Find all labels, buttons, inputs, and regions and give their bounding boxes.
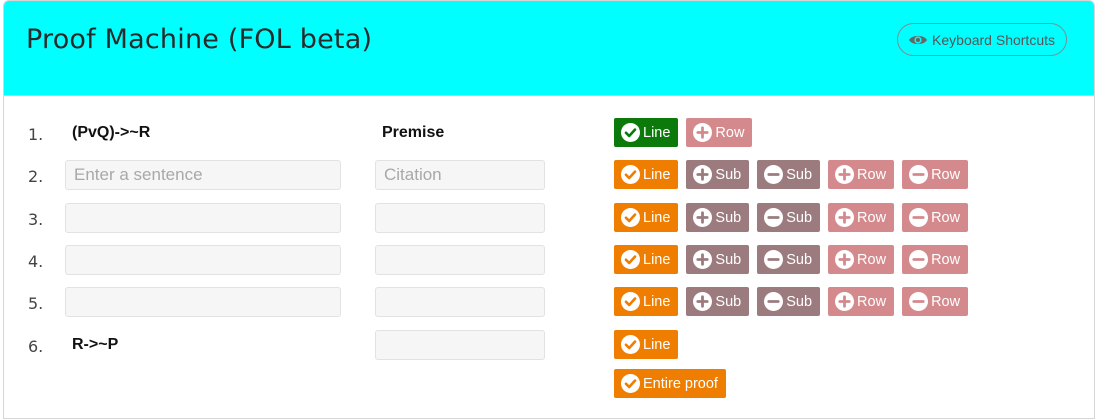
check-circle-icon <box>621 208 640 227</box>
remove-row-button[interactable]: Row <box>902 160 969 189</box>
line-actions: Line <box>614 330 686 359</box>
sentence-input[interactable] <box>65 287 341 317</box>
remove-row-button[interactable]: Row <box>902 245 969 274</box>
plus-circle-icon <box>693 208 713 227</box>
add-subproof-button[interactable]: Sub <box>686 203 750 232</box>
check-circle-icon <box>621 123 640 142</box>
plus-circle-icon <box>835 292 855 311</box>
line-number: 1. <box>28 125 44 144</box>
check-circle-icon <box>621 335 640 354</box>
line-actions: Line Sub Sub Row Row <box>614 203 976 232</box>
sentence-input[interactable] <box>65 245 341 275</box>
check-entire-proof-button[interactable]: Entire proof <box>614 369 726 398</box>
proof-line-2: 2. Line Sub Sub Row <box>4 158 1094 194</box>
add-row-button[interactable]: Row <box>828 287 895 316</box>
remove-subproof-button[interactable]: Sub <box>757 203 821 232</box>
premise-sentence: (PvQ)->~R <box>72 124 151 141</box>
conclusion-sentence: R->~P <box>72 336 119 353</box>
line-actions: Line Row <box>614 118 760 147</box>
line-number: 2. <box>28 167 44 186</box>
remove-subproof-button[interactable]: Sub <box>757 160 821 189</box>
plus-circle-icon <box>693 165 713 184</box>
line-number: 4. <box>28 252 44 271</box>
line-actions: Line Sub Sub Row Row <box>614 245 976 274</box>
premise-citation: Premise <box>382 124 445 141</box>
plus-circle-icon <box>835 208 855 227</box>
citation-input[interactable] <box>375 203 545 233</box>
line-number: 3. <box>28 210 44 229</box>
proof-line-3: 3. Line Sub Sub Row Row <box>4 201 1094 237</box>
check-line-button[interactable]: Line <box>614 245 679 274</box>
minus-circle-icon <box>909 292 929 311</box>
add-subproof-button[interactable]: Sub <box>686 287 750 316</box>
line-actions: Line Sub Sub Row Row <box>614 160 976 189</box>
minus-circle-icon <box>909 208 929 227</box>
check-circle-icon <box>621 250 640 269</box>
header: Proof Machine (FOL beta) Keyboard Shortc… <box>4 1 1094 96</box>
citation-input[interactable] <box>375 330 545 360</box>
line-number: 5. <box>28 294 44 313</box>
keyboard-shortcuts-button[interactable]: Keyboard Shortcuts <box>897 23 1067 56</box>
line-actions: Line Sub Sub Row Row <box>614 287 976 316</box>
check-circle-icon <box>621 165 640 184</box>
add-row-button[interactable]: Row <box>828 203 895 232</box>
proof-panel: Proof Machine (FOL beta) Keyboard Shortc… <box>3 0 1095 419</box>
proof-line-1: 1. (PvQ)->~R Premise Line Row <box>4 116 1094 152</box>
citation-input[interactable] <box>375 160 545 190</box>
remove-row-button[interactable]: Row <box>902 203 969 232</box>
check-line-button[interactable]: Line <box>614 330 679 359</box>
minus-circle-icon <box>764 292 784 311</box>
add-subproof-button[interactable]: Sub <box>686 160 750 189</box>
add-row-button[interactable]: Row <box>828 160 895 189</box>
minus-circle-icon <box>764 208 784 227</box>
check-line-button[interactable]: Line <box>614 287 679 316</box>
sentence-input[interactable] <box>65 203 341 233</box>
line-number: 6. <box>28 337 44 356</box>
plus-circle-icon <box>835 165 855 184</box>
check-line-button[interactable]: Line <box>614 118 679 147</box>
proof-line-4: 4. Line Sub Sub Row Row <box>4 243 1094 279</box>
minus-circle-icon <box>764 250 784 269</box>
minus-circle-icon <box>909 250 929 269</box>
minus-circle-icon <box>909 165 929 184</box>
remove-row-button[interactable]: Row <box>902 287 969 316</box>
proof-line-6: 6. R->~P Line <box>4 328 1094 364</box>
add-row-button[interactable]: Row <box>686 118 753 147</box>
citation-input[interactable] <box>375 245 545 275</box>
citation-input[interactable] <box>375 287 545 317</box>
add-subproof-button[interactable]: Sub <box>686 245 750 274</box>
check-circle-icon <box>621 292 640 311</box>
plus-circle-icon <box>693 250 713 269</box>
add-row-button[interactable]: Row <box>828 245 895 274</box>
check-line-button[interactable]: Line <box>614 203 679 232</box>
proof-actions: Entire proof <box>614 369 734 398</box>
plus-circle-icon <box>693 292 713 311</box>
remove-subproof-button[interactable]: Sub <box>757 245 821 274</box>
check-line-button[interactable]: Line <box>614 160 679 189</box>
page-title: Proof Machine (FOL beta) <box>26 24 373 55</box>
sentence-input[interactable] <box>65 160 341 190</box>
entire-proof-row: Entire proof <box>4 367 1094 403</box>
check-circle-icon <box>621 374 640 393</box>
plus-circle-icon <box>693 123 713 142</box>
eye-icon <box>909 35 928 44</box>
remove-subproof-button[interactable]: Sub <box>757 287 821 316</box>
minus-circle-icon <box>764 165 784 184</box>
plus-circle-icon <box>835 250 855 269</box>
proof-line-5: 5. Line Sub Sub Row Row <box>4 285 1094 321</box>
keyboard-shortcuts-label: Keyboard Shortcuts <box>932 31 1055 48</box>
